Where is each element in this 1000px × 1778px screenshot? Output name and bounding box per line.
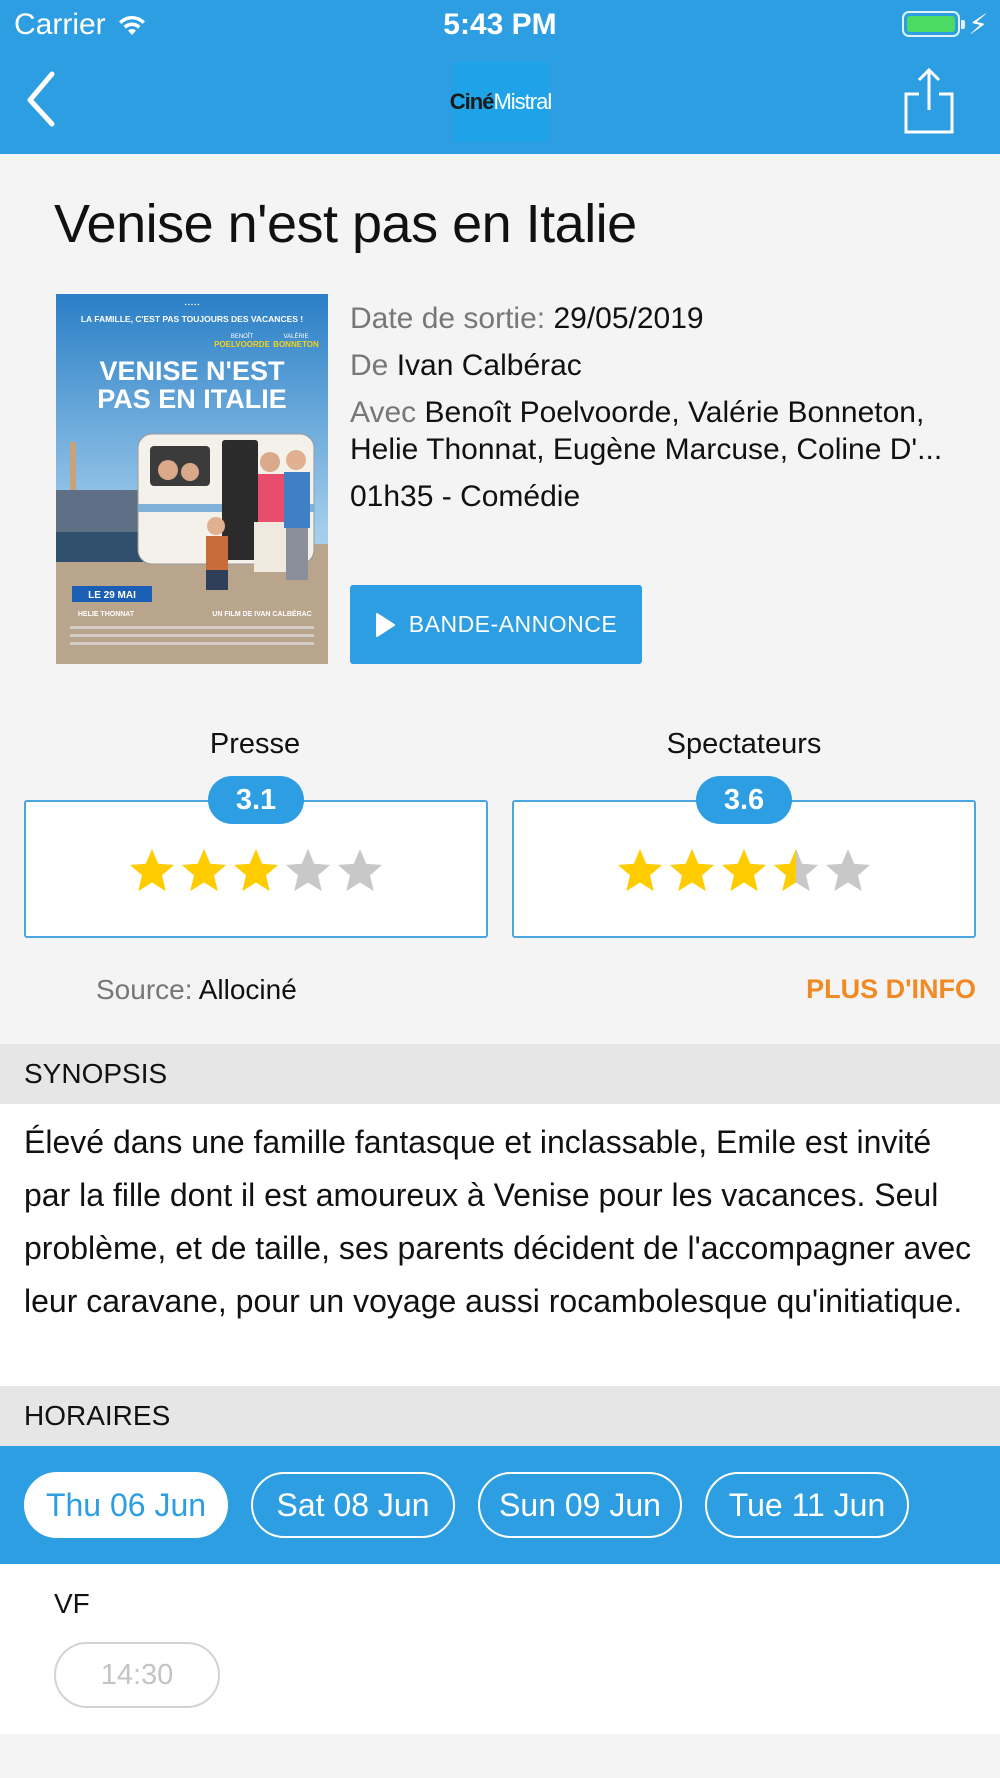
star-icon <box>337 848 383 892</box>
back-button[interactable] <box>22 68 82 138</box>
star-icon <box>129 848 175 892</box>
cast-row: Avec Benoît Poelvoorde, Valérie Bonneton… <box>350 394 970 468</box>
audience-rating-label: Spectateurs <box>666 728 822 760</box>
chevron-left-icon <box>27 71 55 127</box>
press-rating-label: Presse <box>209 728 301 760</box>
date-tab[interactable]: Thu 06 Jun <box>24 1472 228 1538</box>
svg-text:▪ ▪ ▪ ▪ ▪: ▪ ▪ ▪ ▪ ▪ <box>185 302 200 308</box>
svg-text:VENISE N'EST: VENISE N'EST <box>100 356 285 386</box>
showtime-button[interactable]: 14:30 <box>54 1642 220 1708</box>
audience-score-badge: 3.6 <box>696 776 792 824</box>
cast-line-2: Helie Thonnat, Eugène Marcuse, Coline D'… <box>350 433 943 466</box>
share-icon <box>904 67 954 134</box>
audience-stars <box>616 847 872 895</box>
star-icon <box>617 848 663 892</box>
more-info-link[interactable]: PLUS D'INFO <box>806 974 976 1005</box>
share-button[interactable] <box>902 66 956 138</box>
movie-poster[interactable]: ▪ ▪ ▪ ▪ ▪ LA FAMILLE, C'EST PAS TOUJOURS… <box>56 294 328 664</box>
showtimes-panel: VF 14:30 <box>0 1564 1000 1734</box>
press-stars <box>128 847 384 895</box>
date-tab[interactable]: Sun 09 Jun <box>478 1472 682 1538</box>
cast-line-1: Benoît Poelvoorde, Valérie Bonneton, <box>424 396 925 429</box>
schedule-header: HORAIRES <box>0 1386 1000 1446</box>
charging-icon: ⚡ <box>968 9 988 40</box>
star-icon <box>825 848 871 892</box>
synopsis-header: SYNOPSIS <box>0 1044 1000 1104</box>
cinema-logo: Ciné Mistral <box>450 62 552 142</box>
svg-text:POELVOORDE: POELVOORDE <box>214 340 271 349</box>
star-icon <box>233 848 279 892</box>
date-selector: Thu 06 Jun Sat 08 Jun Sun 09 Jun Tue 11 … <box>0 1446 1000 1564</box>
top-bar: Carrier 5:43 PM ⚡ Ciné Mistral <box>0 0 1000 154</box>
svg-text:BENOÎT: BENOÎT <box>231 333 254 340</box>
svg-text:VALÉRIE: VALÉRIE <box>284 333 309 340</box>
cast-label: Avec <box>350 396 417 429</box>
source-label: Source: <box>96 974 193 1005</box>
version-label: VF <box>54 1588 90 1619</box>
release-row: Date de sortie: 29/05/2019 <box>350 300 970 337</box>
synopsis-text: Élevé dans une famille fantasque et incl… <box>0 1104 1000 1386</box>
star-icon <box>669 848 715 892</box>
press-score-badge: 3.1 <box>208 776 304 824</box>
movie-title: Venise n'est pas en Italie <box>54 194 637 254</box>
star-icon <box>773 848 819 892</box>
svg-text:HELIE THONNAT: HELIE THONNAT <box>78 611 135 618</box>
star-icon <box>721 848 767 892</box>
battery-icon <box>902 11 965 37</box>
play-icon <box>375 612 395 637</box>
director-label: De <box>350 349 389 382</box>
director-row: De Ivan Calbérac <box>350 347 970 384</box>
duration-genre: 01h35 - Comédie <box>350 480 581 513</box>
release-label: Date de sortie: <box>350 302 546 335</box>
release-date: 29/05/2019 <box>553 302 704 335</box>
svg-text:PAS EN ITALIE: PAS EN ITALIE <box>97 384 287 414</box>
trailer-button[interactable]: BANDE-ANNONCE <box>350 585 642 664</box>
movie-info: Date de sortie: 29/05/2019 De Ivan Calbé… <box>350 300 970 525</box>
rating-source: Source: Allociné <box>96 974 297 1006</box>
star-icon <box>285 848 331 892</box>
trailer-label: BANDE-ANNONCE <box>408 611 618 637</box>
svg-text:LA FAMILLE, C'EST PAS TOUJOURS: LA FAMILLE, C'EST PAS TOUJOURS DES VACAN… <box>81 314 303 324</box>
director-name: Ivan Calbérac <box>396 349 582 382</box>
source-name: Allociné <box>198 974 297 1005</box>
svg-text:BONNETON: BONNETON <box>273 340 319 349</box>
star-icon <box>181 848 227 892</box>
date-tab[interactable]: Sat 08 Jun <box>251 1472 455 1538</box>
svg-text:LE 29 MAI: LE 29 MAI <box>88 590 136 601</box>
date-tab[interactable]: Tue 11 Jun <box>705 1472 909 1538</box>
svg-text:UN FILM DE IVAN CALBÉRAC: UN FILM DE IVAN CALBÉRAC <box>212 609 311 618</box>
status-time: 5:43 PM <box>443 8 557 41</box>
